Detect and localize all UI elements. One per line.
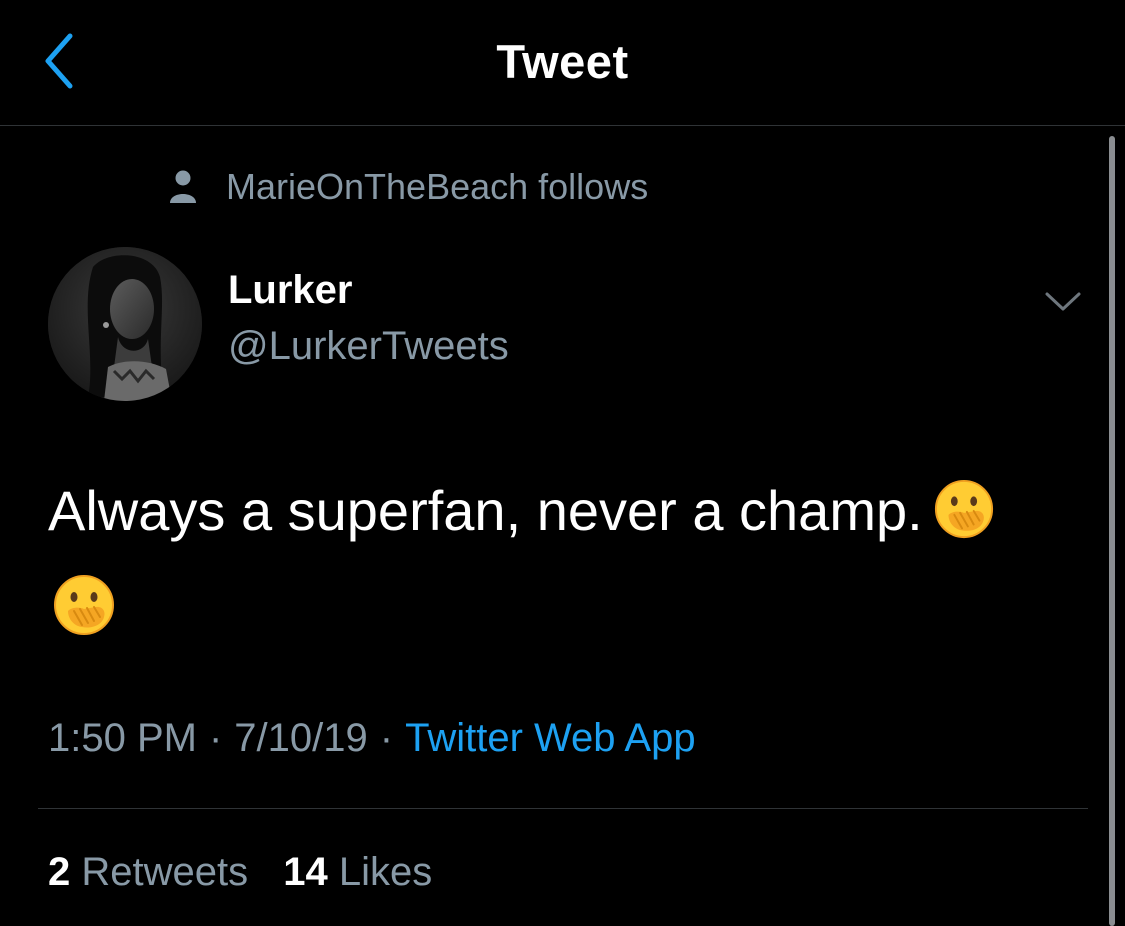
author-handle[interactable]: @LurkerTweets	[228, 324, 509, 369]
face-with-hand-over-mouth-emoji-icon	[934, 479, 993, 539]
social-context[interactable]: MarieOnTheBeach follows	[168, 164, 648, 210]
divider	[38, 808, 1088, 809]
tweet-stats: 2 Retweets 14 Likes	[48, 850, 456, 895]
avatar[interactable]	[48, 247, 202, 401]
tweet-options-button[interactable]	[1038, 280, 1088, 324]
page-title: Tweet	[496, 35, 629, 88]
social-context-text: MarieOnTheBeach follows	[226, 166, 649, 207]
tweet-source-link[interactable]: Twitter Web App	[405, 716, 696, 760]
author-name[interactable]: Lurker	[228, 268, 353, 313]
likes-count: 14	[283, 850, 328, 894]
person-icon	[168, 167, 198, 207]
tweet-time: 1:50 PM	[48, 716, 197, 760]
chevron-down-icon	[1045, 292, 1081, 311]
retweets-count: 2	[48, 850, 71, 894]
likes-label: Likes	[338, 850, 433, 894]
scrollbar[interactable]	[1109, 136, 1115, 926]
tweet-text: Always a superfan, never a champ.	[48, 474, 1078, 548]
face-with-hand-over-mouth-emoji-icon	[54, 575, 114, 635]
tweet-date: 7/10/19	[234, 716, 368, 760]
retweets-stat[interactable]: 2 Retweets	[48, 850, 248, 894]
likes-stat[interactable]: 14 Likes	[283, 850, 432, 894]
nav-header: Tweet	[0, 0, 1125, 126]
tweet-meta: 1:50 PM · 7/10/19 · Twitter Web App	[48, 716, 696, 761]
retweets-label: Retweets	[81, 850, 249, 894]
meta-separator: ·	[379, 716, 394, 760]
meta-separator: ·	[208, 716, 223, 760]
tweet-text-body: Always a superfan, never a champ.	[48, 479, 923, 542]
